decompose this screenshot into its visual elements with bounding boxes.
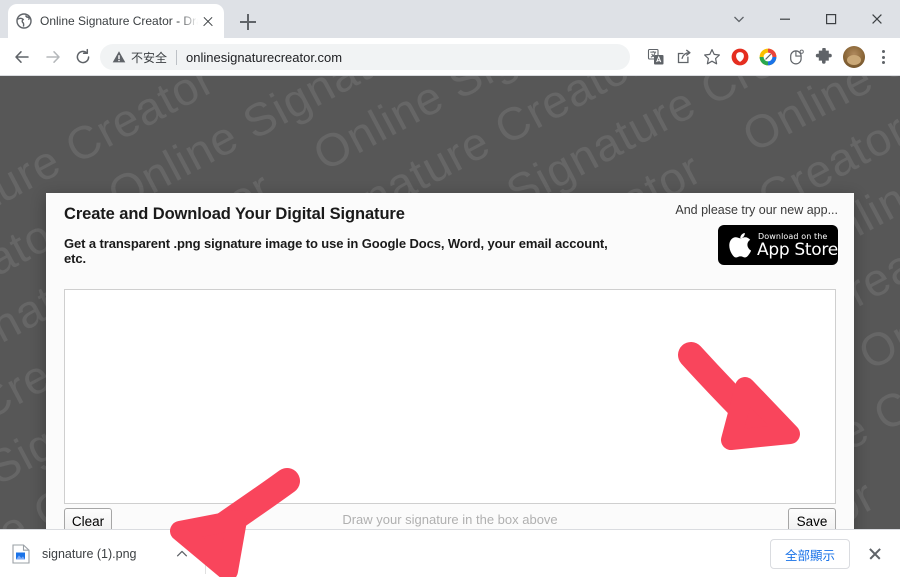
- app-store-badge-line2: App Store: [757, 240, 838, 260]
- card-footer: Clear Draw your signature in the box abo…: [64, 508, 836, 529]
- app-promo-text: And please try our new app...: [675, 203, 838, 217]
- tab-title: Online Signature Creator - Dra: [40, 14, 198, 28]
- page-viewport: Online Signature Creator Online Signatur…: [0, 76, 900, 529]
- adblock-extension-button[interactable]: [726, 44, 754, 70]
- maximize-icon: [825, 13, 837, 25]
- maximize-button[interactable]: [808, 0, 854, 38]
- page-subtitle: Get a transparent .png signature image t…: [64, 236, 608, 266]
- new-tab-button[interactable]: [234, 8, 262, 36]
- tab-search-button[interactable]: [716, 0, 762, 38]
- reload-button[interactable]: [70, 44, 96, 70]
- download-item[interactable]: signature (1).png: [12, 537, 199, 571]
- close-tab-icon[interactable]: [200, 13, 216, 29]
- address-bar[interactable]: 不安全 onlinesignaturecreator.com: [100, 44, 630, 70]
- extensions-puzzle-icon: [815, 48, 832, 64]
- chrome-menu-button[interactable]: [870, 44, 896, 70]
- warning-triangle-icon: [112, 51, 126, 63]
- security-status-label: 不安全: [131, 50, 168, 65]
- forward-arrow-icon: [46, 51, 60, 63]
- save-button[interactable]: Save: [788, 508, 836, 529]
- back-arrow-icon: [15, 51, 29, 63]
- window-controls: [716, 0, 900, 38]
- back-button[interactable]: [9, 44, 35, 70]
- minimize-button[interactable]: [762, 0, 808, 38]
- globe-icon: [16, 13, 32, 29]
- close-shelf-button[interactable]: [858, 537, 892, 571]
- chevron-down-icon: [734, 16, 744, 23]
- colorful-circle-extension-icon: [759, 48, 777, 66]
- signature-card: Create and Download Your Digital Signatu…: [46, 193, 854, 529]
- canvas-hint-text: Draw your signature in the box above: [342, 512, 558, 527]
- shelf-actions: 全部顯示: [769, 530, 892, 577]
- close-window-icon: [872, 14, 882, 24]
- shelf-divider: [204, 533, 206, 574]
- signature-canvas[interactable]: [64, 289, 836, 504]
- toolbar-icon-group: [642, 44, 896, 70]
- colorful-extension-button[interactable]: [754, 44, 782, 70]
- bookmark-star-icon: [704, 49, 720, 65]
- app-promo: And please try our new app... Download o…: [675, 203, 838, 270]
- card-header: Create and Download Your Digital Signatu…: [64, 205, 624, 266]
- forward-button[interactable]: [40, 44, 66, 70]
- show-all-downloads-button[interactable]: 全部顯示: [769, 539, 850, 569]
- translate-button[interactable]: [642, 44, 670, 70]
- share-button[interactable]: [670, 44, 698, 70]
- reload-icon: [76, 48, 90, 64]
- translate-icon: [647, 48, 664, 65]
- download-menu-button[interactable]: [165, 537, 199, 571]
- chevron-up-icon: [176, 550, 187, 556]
- browser-toolbar: 不安全 onlinesignaturecreator.com: [0, 38, 900, 76]
- url-text: onlinesignaturecreator.com: [186, 49, 343, 65]
- download-shelf: signature (1).png 全部顯示: [0, 529, 900, 577]
- profile-button[interactable]: [838, 44, 870, 70]
- mouse-extension-icon: [790, 49, 804, 65]
- tab-strip: Online Signature Creator - Dra: [0, 0, 900, 38]
- share-icon: [677, 49, 691, 64]
- app-store-badge[interactable]: Download on the App Store: [718, 225, 838, 265]
- adblock-icon: [731, 48, 749, 66]
- omnibox-divider: [176, 49, 178, 65]
- browser-window: Online Signature Creator - Dra 不安全 onlin…: [0, 0, 900, 577]
- avatar: [843, 46, 865, 68]
- apple-logo-icon: [729, 233, 751, 258]
- extensions-button[interactable]: [810, 44, 838, 70]
- minimize-icon: [780, 18, 790, 20]
- download-file-name: signature (1).png: [42, 546, 137, 561]
- close-window-button[interactable]: [854, 0, 900, 38]
- browser-tab[interactable]: Online Signature Creator - Dra: [8, 4, 224, 38]
- mouse-extension-button[interactable]: [782, 44, 810, 70]
- image-file-icon: [12, 543, 30, 564]
- bookmark-button[interactable]: [698, 44, 726, 70]
- page-title: Create and Download Your Digital Signatu…: [64, 205, 405, 223]
